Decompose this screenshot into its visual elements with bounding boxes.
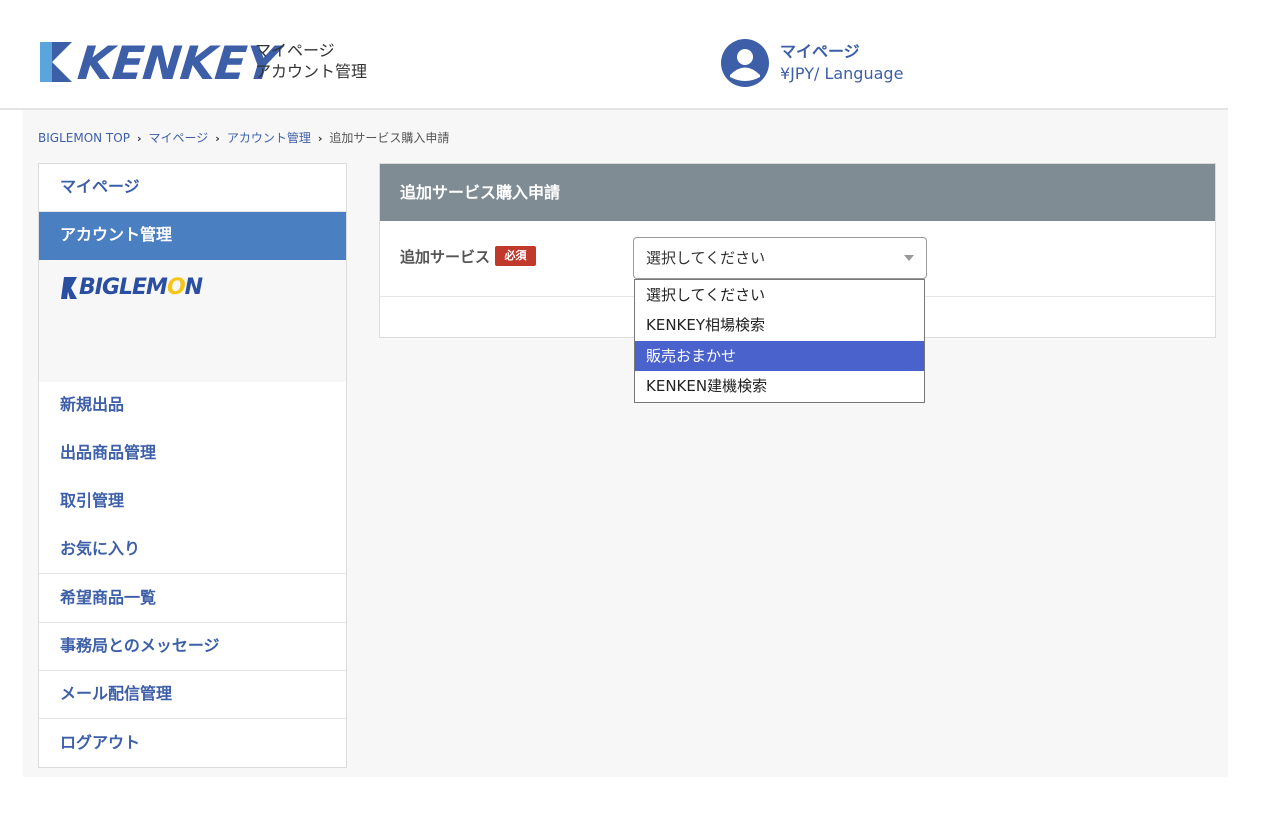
header-subtitle: マイページ アカウント管理: [255, 40, 367, 82]
sidebar-item-account[interactable]: アカウント管理: [39, 212, 346, 260]
sidebar-item-mypage[interactable]: マイページ: [39, 164, 346, 212]
kenkey-logo[interactable]: KENKEY: [38, 36, 281, 90]
header-sub-line2: アカウント管理: [255, 62, 368, 81]
breadcrumb-item-biglemon-top[interactable]: BIGLEMON TOP: [38, 131, 130, 145]
panel-title: 追加サービス購入申請: [380, 164, 1215, 221]
caret-down-icon: [904, 255, 914, 261]
chevron-right-icon: ›: [136, 132, 142, 145]
biglemon-logo-mark-icon: [61, 277, 77, 299]
brand-name: KENKEY: [75, 36, 281, 90]
sidebar-item-wishlist[interactable]: 希望商品一覧: [39, 575, 346, 623]
kenkey-logo-mark-icon: [40, 42, 72, 82]
mypage-link[interactable]: マイページ: [780, 38, 860, 62]
sidebar-item-mail-settings[interactable]: メール配信管理: [39, 671, 346, 719]
chevron-right-icon: ›: [317, 132, 323, 145]
user-avatar-icon: [721, 39, 769, 87]
site-header: KENKEY マイページ アカウント管理 マイページ ¥JPY/ Languag…: [0, 0, 1228, 110]
option-sales-consignment[interactable]: 販売おまかせ: [635, 341, 924, 371]
breadcrumb-item-mypage[interactable]: マイページ: [149, 129, 209, 146]
chevron-right-icon: ›: [215, 132, 220, 145]
biglemon-wordmark-o: O: [166, 275, 186, 300]
sidebar: マイページ アカウント管理 BIGLEMON 新規出品 出品商品管理 取引管理 …: [38, 163, 347, 768]
sidebar-item-listing-management[interactable]: 出品商品管理: [39, 430, 346, 478]
breadcrumb: BIGLEMON TOP › マイページ › アカウント管理 › 追加サービス購入申請: [38, 129, 449, 146]
sidebar-item-messages[interactable]: 事務局とのメッセージ: [39, 623, 346, 671]
sidebar-item-transactions[interactable]: 取引管理: [39, 478, 346, 526]
option-placeholder[interactable]: 選択してください: [635, 280, 924, 310]
header-sub-line1: マイページ: [255, 41, 335, 60]
option-kenken-machine-search[interactable]: KENKEN建機検索: [635, 371, 924, 401]
sidebar-item-new-listing[interactable]: 新規出品: [39, 382, 346, 430]
required-badge: 必須: [495, 246, 536, 266]
breadcrumb-current: 追加サービス購入申請: [329, 131, 450, 145]
currency-language-link[interactable]: ¥JPY/ Language: [780, 64, 903, 83]
breadcrumb-item-account[interactable]: アカウント管理: [227, 129, 311, 146]
sidebar-item-logout[interactable]: ログアウト: [39, 720, 346, 768]
service-select-value: 選択してください: [646, 249, 766, 267]
service-select[interactable]: 選択してください: [633, 237, 927, 279]
option-kenkey-price-search[interactable]: KENKEY相場検索: [635, 310, 924, 340]
biglemon-wordmark: BIGLEMON: [79, 275, 203, 300]
field-label-service: 追加サービス: [400, 248, 491, 266]
sidebar-item-favorites[interactable]: お気に入り: [39, 526, 346, 574]
service-select-dropdown: 選択してください KENKEY相場検索 販売おまかせ KENKEN建機検索: [634, 279, 925, 403]
